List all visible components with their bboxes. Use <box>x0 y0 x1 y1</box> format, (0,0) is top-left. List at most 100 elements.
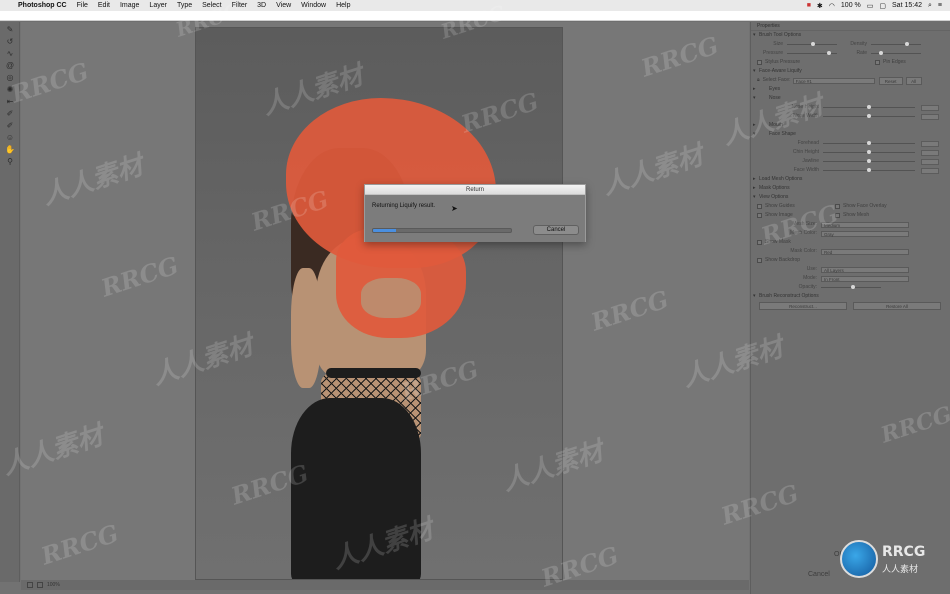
restore-all-button[interactable]: Restore All <box>853 301 941 310</box>
hand-tool-icon[interactable]: ✋ <box>4 144 16 154</box>
spotlight-search-icon[interactable]: ⌕ <box>928 2 932 10</box>
forehead-slider[interactable] <box>823 141 915 145</box>
face-width-value[interactable] <box>921 167 939 174</box>
thaw-mask-tool-icon[interactable]: ✐ <box>4 120 16 130</box>
jawline-row: Jawline <box>751 157 950 166</box>
freeze-mask-tool-icon[interactable]: ✐ <box>4 108 16 118</box>
wifi-icon[interactable]: ◠ <box>829 2 835 10</box>
show-face-overlay-checkbox[interactable] <box>835 204 840 209</box>
forward-warp-tool-icon[interactable]: ✎ <box>4 24 16 34</box>
jawline-slider[interactable] <box>823 159 915 163</box>
menu-image[interactable]: Image <box>120 2 139 9</box>
nose-header[interactable]: Nose <box>751 94 950 103</box>
jawline-knob[interactable] <box>867 159 871 163</box>
face-tool-icon[interactable]: ☺ <box>4 132 16 142</box>
menu-filter[interactable]: Filter <box>232 2 248 9</box>
creative-cloud-icon[interactable]: ■ <box>807 2 811 9</box>
mouth-header[interactable]: Mouth <box>751 121 950 130</box>
smooth-tool-icon[interactable]: ∿ <box>4 48 16 58</box>
density-slider[interactable] <box>871 42 921 46</box>
rate-slider-knob[interactable] <box>879 51 883 55</box>
zoom-in-button[interactable] <box>37 582 43 588</box>
nose-width-slider[interactable] <box>823 114 915 118</box>
zoom-level[interactable]: 100% <box>47 582 60 588</box>
show-mask-checkbox[interactable] <box>757 240 762 245</box>
opacity-slider[interactable] <box>821 285 881 289</box>
nose-height-knob[interactable] <box>867 105 871 109</box>
show-guides-checkbox[interactable] <box>757 204 762 209</box>
notification-center-icon[interactable]: ≡ <box>938 2 942 9</box>
menu-3d[interactable]: 3D <box>257 2 266 9</box>
reset-button[interactable]: Reset <box>878 76 903 85</box>
jawline-value[interactable] <box>921 158 939 165</box>
bloat-tool-icon[interactable]: ✺ <box>4 84 16 94</box>
menu-type[interactable]: Type <box>177 2 192 9</box>
pressure-slider-knob[interactable] <box>827 51 831 55</box>
menu-window[interactable]: Window <box>301 2 326 9</box>
all-button[interactable]: All <box>905 76 922 85</box>
menu-edit[interactable]: Edit <box>98 2 110 9</box>
density-slider-knob[interactable] <box>905 42 909 46</box>
load-mesh-options-header[interactable]: Load Mesh Options <box>751 175 950 184</box>
use-select[interactable]: All Layers <box>821 266 909 273</box>
brush-reconstruct-header[interactable]: Brush Reconstruct Options <box>751 292 950 301</box>
battery-icon[interactable]: ▭ <box>867 2 874 10</box>
eyes-header[interactable]: Eyes <box>751 85 950 94</box>
nose-height-value[interactable] <box>921 104 939 111</box>
show-backdrop-checkbox[interactable] <box>757 258 762 263</box>
chin-height-value[interactable] <box>921 149 939 156</box>
zoom-tool-icon[interactable]: ⚲ <box>4 156 16 166</box>
battery-label: 100 % <box>840 2 861 9</box>
mesh-size-select[interactable]: Medium <box>821 221 909 228</box>
forehead-knob[interactable] <box>867 141 871 145</box>
dialog-message: Returning Liquify result. <box>372 203 436 209</box>
opacity-knob[interactable] <box>851 285 855 289</box>
clock[interactable]: Sat 15:42 <box>892 2 922 9</box>
show-image-checkbox[interactable] <box>757 213 762 218</box>
mesh-color-select[interactable]: Gray <box>821 230 909 237</box>
rate-slider[interactable] <box>871 51 921 55</box>
menu-view[interactable]: View <box>276 2 291 9</box>
nose-width-knob[interactable] <box>867 114 871 118</box>
liquify-toolbar: ✎ ↺ ∿ @ ◎ ✺ ⇤ ✐ ✐ ☺ ✋ ⚲ <box>0 22 20 582</box>
mask-options-header[interactable]: Mask Options <box>751 184 950 193</box>
pressure-slider[interactable] <box>787 51 837 55</box>
chin-height-knob[interactable] <box>867 150 871 154</box>
reconstruct-button[interactable]: Reconstruct... <box>759 301 847 310</box>
face-width-knob[interactable] <box>867 168 871 172</box>
menu-select[interactable]: Select <box>202 2 221 9</box>
menu-app-name[interactable]: Photoshop CC <box>18 2 67 9</box>
face-shape-header[interactable]: Face Shape <box>751 130 950 139</box>
stylus-pressure-checkbox[interactable] <box>757 60 762 65</box>
size-slider-knob[interactable] <box>811 42 815 46</box>
dialog-cancel-button[interactable]: Cancel <box>533 225 579 235</box>
pucker-tool-icon[interactable]: ◎ <box>4 72 16 82</box>
display-icon[interactable]: ▢ <box>879 2 886 10</box>
select-face-dropdown[interactable]: Face #1 <box>792 77 875 84</box>
menu-layer[interactable]: Layer <box>149 2 167 9</box>
bluetooth-icon[interactable]: ✱ <box>817 2 823 10</box>
view-options-header[interactable]: View Options <box>751 193 950 202</box>
photo-canvas[interactable] <box>195 27 563 580</box>
pin-edges-checkbox[interactable] <box>875 60 880 65</box>
face-aware-header[interactable]: Face-Aware Liquify <box>751 67 950 76</box>
nose-height-slider[interactable] <box>823 105 915 109</box>
panel-cancel-button[interactable]: Cancel <box>808 571 830 578</box>
nose-width-value[interactable] <box>921 113 939 120</box>
size-slider[interactable] <box>787 42 837 46</box>
reconstruct-tool-icon[interactable]: ↺ <box>4 36 16 46</box>
twirl-tool-icon[interactable]: @ <box>4 60 16 70</box>
mask-color-select[interactable]: Red <box>821 248 909 255</box>
face-width-slider[interactable] <box>823 168 915 172</box>
zoom-out-button[interactable] <box>27 582 33 588</box>
menu-file[interactable]: File <box>77 2 88 9</box>
mesh-size-label: Mesh Size: <box>792 221 817 227</box>
mode-select[interactable]: In Front <box>821 275 909 282</box>
nose-width-label: Nose Width <box>793 113 819 119</box>
chin-height-slider[interactable] <box>823 150 915 154</box>
forehead-value[interactable] <box>921 140 939 147</box>
show-mesh-checkbox[interactable] <box>835 213 840 218</box>
brush-tool-options-header[interactable]: Brush Tool Options <box>751 31 950 40</box>
menu-help[interactable]: Help <box>336 2 350 9</box>
push-left-tool-icon[interactable]: ⇤ <box>4 96 16 106</box>
